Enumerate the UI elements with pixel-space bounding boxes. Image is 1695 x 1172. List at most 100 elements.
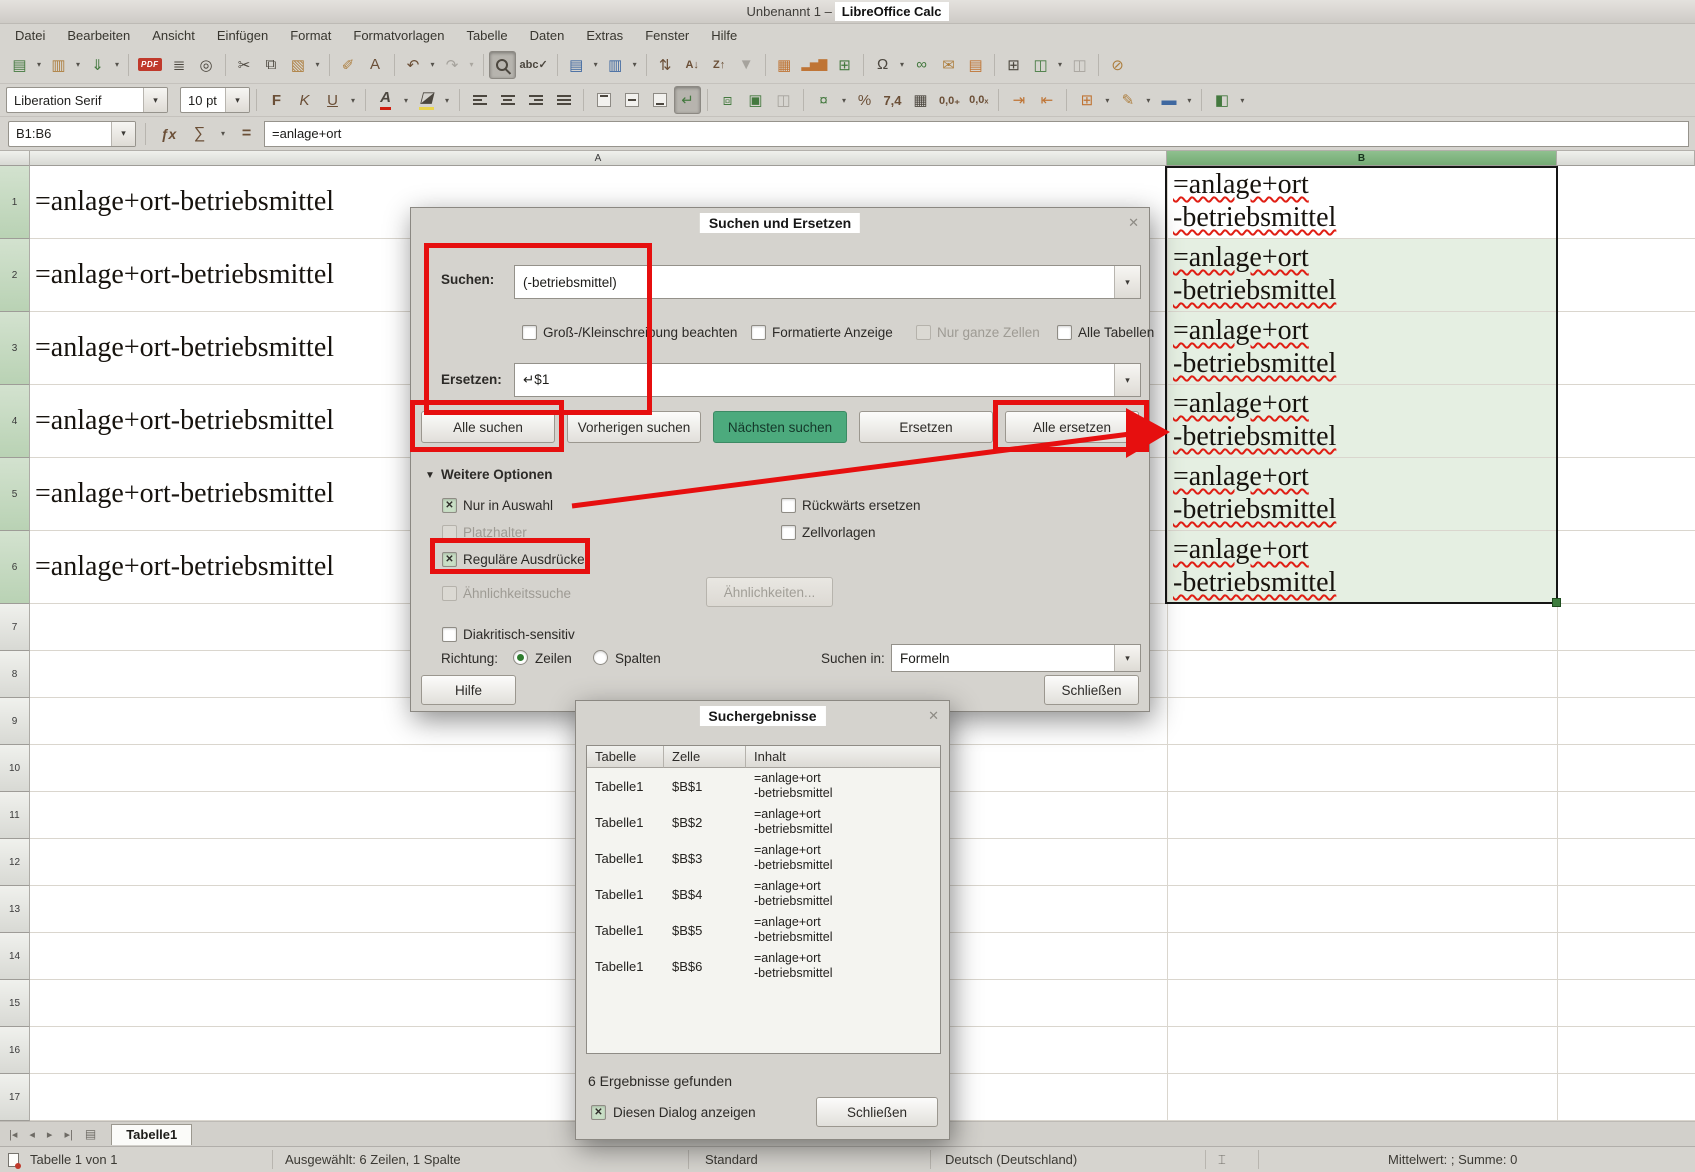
sheet-tab-tabelle1[interactable]: Tabelle1 [111, 1124, 192, 1145]
merge-center-cells-icon[interactable]: ▣ [742, 86, 769, 114]
result-cell-table[interactable]: Tabelle1 [587, 804, 664, 840]
find-previous-button[interactable]: Vorherigen suchen [567, 411, 701, 443]
spelling-icon[interactable]: abc✓ [516, 51, 552, 79]
result-cell-table[interactable]: Tabelle1 [587, 876, 664, 912]
row-header-7[interactable]: 7 [0, 604, 30, 651]
menu-daten[interactable]: Daten [519, 26, 576, 45]
borders-icon[interactable]: ⊞ [1073, 86, 1100, 114]
result-cell-content[interactable]: =anlage+ort-betriebsmittel [746, 768, 940, 804]
clear-direct-formatting-icon[interactable]: ⊘ [1104, 51, 1131, 79]
clone-formatting-icon[interactable]: ✐ [335, 51, 362, 79]
result-cell-ref[interactable]: $B$4 [664, 876, 746, 912]
chevron-down-icon[interactable]: ▾ [629, 51, 641, 79]
sort-descending-icon[interactable]: Z↑ [706, 51, 733, 79]
cell-styles-checkbox[interactable] [781, 525, 796, 540]
search-in-dropdown[interactable]: Formeln ▾ [891, 644, 1141, 672]
chevron-down-icon[interactable]: ▾ [111, 122, 135, 146]
justify-icon[interactable] [550, 86, 577, 114]
formula-input[interactable]: =anlage+ort [264, 121, 1689, 147]
insert-chart-icon[interactable]: ▂▅▇ [798, 51, 831, 79]
result-cell-content[interactable]: =anlage+ort-betriebsmittel [746, 876, 940, 912]
chevron-down-icon[interactable]: ▾ [1054, 51, 1066, 79]
menu-datei[interactable]: Datei [4, 26, 56, 45]
diacritics-checkbox[interactable] [442, 627, 457, 642]
center-vertically-icon[interactable] [618, 86, 645, 114]
delete-decimal-icon[interactable]: 0,0ₓ [965, 86, 992, 114]
save-icon[interactable]: ⇓ [84, 51, 111, 79]
sum-icon[interactable]: ∑ [186, 120, 213, 148]
find-next-button[interactable]: Nächsten suchen [713, 411, 847, 443]
expander-icon[interactable]: ▼ [425, 470, 435, 481]
insert-sheet-icon[interactable]: ▤ [80, 1127, 101, 1141]
italic-icon[interactable]: K [291, 86, 318, 114]
row-header-17[interactable]: 17 [0, 1074, 30, 1121]
formatted-display-checkbox[interactable] [751, 325, 766, 340]
row-header-5[interactable]: 5 [0, 458, 30, 531]
results-column-header-content[interactable]: Inhalt [746, 746, 940, 768]
results-column-header-cell[interactable]: Zelle [664, 746, 746, 768]
chevron-down-icon[interactable]: ▾ [838, 86, 850, 114]
more-options-label[interactable]: Weitere Optionen [441, 467, 553, 482]
column-header-a[interactable]: A [30, 151, 1167, 166]
menu-tabelle[interactable]: Tabelle [455, 26, 518, 45]
conditional-formatting-icon[interactable]: ◧ [1208, 86, 1235, 114]
last-sheet-icon[interactable]: ▸| [59, 1128, 77, 1141]
menu-einfuegen[interactable]: Einfügen [206, 26, 279, 45]
chevron-down-icon[interactable]: ▾ [466, 51, 478, 79]
cell-B2[interactable]: =anlage+ort -betriebsmittel [1167, 239, 1557, 311]
font-name-combo[interactable]: Liberation Serif ▾ [6, 87, 168, 113]
cell-B6[interactable]: =anlage+ort -betriebsmittel [1167, 531, 1557, 603]
chevron-down-icon[interactable]: ▾ [427, 51, 439, 79]
undo-icon[interactable]: ↶ [400, 51, 427, 79]
number-format-icon[interactable]: 7,4 [879, 86, 906, 114]
chevron-down-icon[interactable]: ▾ [312, 51, 324, 79]
chevron-down-icon[interactable]: ▾ [217, 120, 229, 148]
chevron-down-icon[interactable]: ▾ [1142, 86, 1154, 114]
merge-cells-icon[interactable]: ⧈ [714, 86, 741, 114]
replace-input[interactable]: ↵$1 ▾ [514, 363, 1141, 397]
result-cell-content[interactable]: =anlage+ort-betriebsmittel [746, 912, 940, 948]
equals-icon[interactable]: = [233, 120, 260, 148]
wrap-text-icon[interactable]: ↵ [674, 86, 701, 114]
row-header-3[interactable]: 3 [0, 312, 30, 385]
row-header-6[interactable]: 6 [0, 531, 30, 604]
underline-icon[interactable]: U [319, 86, 346, 114]
row-header-4[interactable]: 4 [0, 385, 30, 458]
menu-bearbeiten[interactable]: Bearbeiten [56, 26, 141, 45]
decrease-indent-icon[interactable]: ⇤ [1033, 86, 1060, 114]
match-case-checkbox[interactable] [522, 325, 537, 340]
chevron-down-icon[interactable]: ▾ [1101, 86, 1113, 114]
regex-checkbox[interactable] [442, 552, 457, 567]
cut-icon[interactable]: ✂ [231, 51, 258, 79]
align-right-icon[interactable] [522, 86, 549, 114]
export-pdf-icon[interactable]: PDF [134, 51, 166, 79]
insert-image-icon[interactable]: ▦ [771, 51, 798, 79]
show-dialog-checkbox[interactable] [591, 1105, 606, 1120]
split-window-icon[interactable]: ◫ [1066, 51, 1093, 79]
chevron-down-icon[interactable]: ▾ [400, 86, 412, 114]
chevron-down-icon[interactable]: ▾ [1114, 364, 1140, 396]
new-document-icon[interactable]: ▤ [6, 51, 33, 79]
insert-comment-icon[interactable]: ✉ [935, 51, 962, 79]
special-character-icon[interactable]: Ω [869, 51, 896, 79]
insert-row-icon[interactable]: ▤ [563, 51, 590, 79]
selection-only-checkbox[interactable] [442, 498, 457, 513]
align-center-icon[interactable] [494, 86, 521, 114]
chevron-down-icon[interactable]: ▾ [896, 51, 908, 79]
menu-extras[interactable]: Extras [575, 26, 634, 45]
result-cell-ref[interactable]: $B$1 [664, 768, 746, 804]
replace-backwards-checkbox[interactable] [781, 498, 796, 513]
cell-B4[interactable]: =anlage+ort -betriebsmittel [1167, 385, 1557, 457]
insert-pivot-table-icon[interactable]: ⊞ [831, 51, 858, 79]
row-header-1[interactable]: 1 [0, 166, 30, 239]
search-input[interactable]: (-betriebsmittel) ▾ [514, 265, 1141, 299]
clear-formatting-icon[interactable]: A [362, 51, 389, 79]
previous-sheet-icon[interactable]: ◂ [24, 1128, 40, 1141]
first-sheet-icon[interactable]: |◂ [4, 1128, 22, 1141]
freeze-rows-columns-icon[interactable]: ◫ [1027, 51, 1054, 79]
result-cell-table[interactable]: Tabelle1 [587, 768, 664, 804]
border-color-icon[interactable]: ▬ [1155, 86, 1182, 114]
close-button[interactable]: Schließen [1044, 675, 1139, 705]
insert-column-icon[interactable]: ▥ [602, 51, 629, 79]
cell-B1[interactable]: =anlage+ort -betriebsmittel [1167, 166, 1557, 238]
